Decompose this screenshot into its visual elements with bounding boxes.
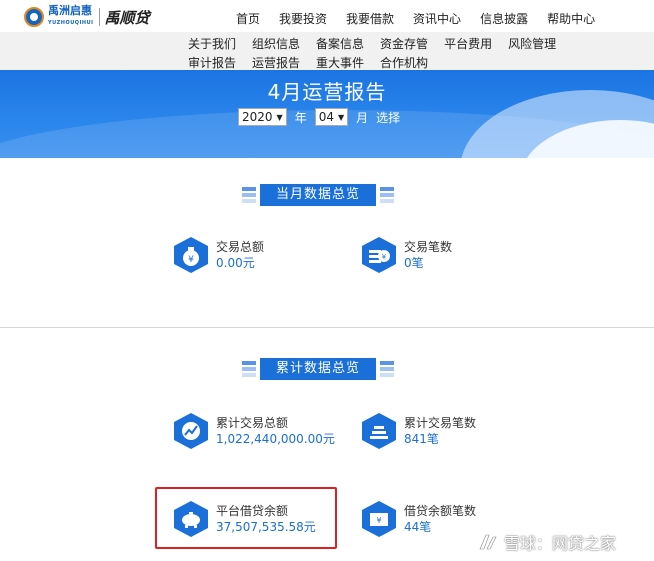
subnav-about[interactable]: 关于我们 <box>188 35 236 52</box>
top-bar: 禹洲启惠 YUZHOUQIHUI 禹顺贷 首页 我要投资 我要借款 资讯中心 信… <box>0 0 654 32</box>
nav-borrow[interactable]: 我要借款 <box>346 10 394 27</box>
wallet-icon: ¥ <box>360 500 398 538</box>
subnav-custody[interactable]: 资金存管 <box>380 35 428 52</box>
subnav-fees[interactable]: 平台费用 <box>444 35 492 52</box>
logo-icon <box>24 7 44 27</box>
stat-total-volume: 累计交易总额 1,022,440,000.00元 <box>172 412 335 450</box>
stat-monthly-count: ¥ 交易笔数 0笔 <box>360 236 452 274</box>
stat-label: 累计交易总额 <box>216 416 289 430</box>
chevron-down-icon: ▼ <box>276 112 283 122</box>
sub-nav: 关于我们 组织信息 备案信息 资金存管 平台费用 风险管理 审计报告 运营报告 … <box>0 32 654 70</box>
subnav-risk[interactable]: 风险管理 <box>508 35 556 52</box>
nav-news[interactable]: 资讯中心 <box>413 10 461 27</box>
logo-brand: 禹顺贷 <box>104 8 150 27</box>
nav-help[interactable]: 帮助中心 <box>547 10 595 27</box>
select-button[interactable]: 选择 <box>376 109 400 126</box>
main-nav: 首页 我要投资 我要借款 资讯中心 信息披露 帮助中心 <box>236 10 614 27</box>
stacked-bars-icon <box>360 412 398 450</box>
monthly-section-title: 当月数据总览 <box>238 184 398 206</box>
page-title: 4月运营报告 <box>267 80 387 104</box>
stat-value: 0.00元 <box>216 256 255 270</box>
stat-value: 0笔 <box>404 256 424 270</box>
stat-label: 累计交易笔数 <box>404 416 477 430</box>
report-banner: 4月运营报告 2020 ▼ 年 04 ▼ 月 选择 <box>0 70 654 158</box>
subnav-audit[interactable]: 审计报告 <box>188 54 236 71</box>
subnav-filing-info[interactable]: 备案信息 <box>316 35 364 52</box>
stat-label: 交易笔数 <box>404 240 453 254</box>
coins-icon: ¥ <box>360 236 398 274</box>
snowball-logo-icon <box>479 534 497 550</box>
chevron-down-icon: ▼ <box>338 112 345 122</box>
nav-disclosure[interactable]: 信息披露 <box>480 10 528 27</box>
stat-value: 44笔 <box>404 520 432 534</box>
svg-text:¥: ¥ <box>382 253 387 261</box>
year-select[interactable]: 2020 ▼ <box>238 108 287 126</box>
logo-divider <box>98 8 100 26</box>
highlight-box <box>155 487 337 549</box>
stat-loan-count: ¥ 借贷余额笔数 44笔 <box>360 500 476 538</box>
subnav-major-events[interactable]: 重大事件 <box>316 54 364 71</box>
subnav-org-info[interactable]: 组织信息 <box>252 35 300 52</box>
section-divider <box>0 327 654 328</box>
watermark: 雪球：网贷之家 <box>478 530 616 554</box>
date-selector: 2020 ▼ 年 04 ▼ 月 选择 <box>238 108 400 126</box>
stat-label: 交易总额 <box>216 240 265 254</box>
stat-value: 1,022,440,000.00元 <box>216 432 335 446</box>
nav-invest[interactable]: 我要投资 <box>279 10 327 27</box>
cumulative-section-title: 累计数据总览 <box>238 358 398 380</box>
stat-monthly-volume: ¥ 交易总额 0.00元 <box>172 236 264 274</box>
stat-total-count: 累计交易笔数 841笔 <box>360 412 476 450</box>
trend-chart-icon <box>172 412 210 450</box>
nav-home[interactable]: 首页 <box>236 10 260 27</box>
site-logo[interactable]: 禹洲启惠 YUZHOUQIHUI 禹顺贷 <box>24 4 150 28</box>
stat-value: 841笔 <box>404 432 439 446</box>
month-label: 月 <box>356 110 369 125</box>
svg-text:¥: ¥ <box>188 255 194 265</box>
year-label: 年 <box>294 110 307 125</box>
stat-label: 借贷余额笔数 <box>404 504 477 518</box>
subnav-ops-report[interactable]: 运营报告 <box>252 54 300 71</box>
svg-text:¥: ¥ <box>376 516 381 525</box>
month-select[interactable]: 04 ▼ <box>314 108 349 126</box>
money-bag-icon: ¥ <box>172 236 210 274</box>
logo-name: 禹洲启惠 <box>48 4 92 17</box>
logo-sub: YUZHOUQIHUI <box>48 20 94 26</box>
subnav-partners[interactable]: 合作机构 <box>380 54 428 71</box>
